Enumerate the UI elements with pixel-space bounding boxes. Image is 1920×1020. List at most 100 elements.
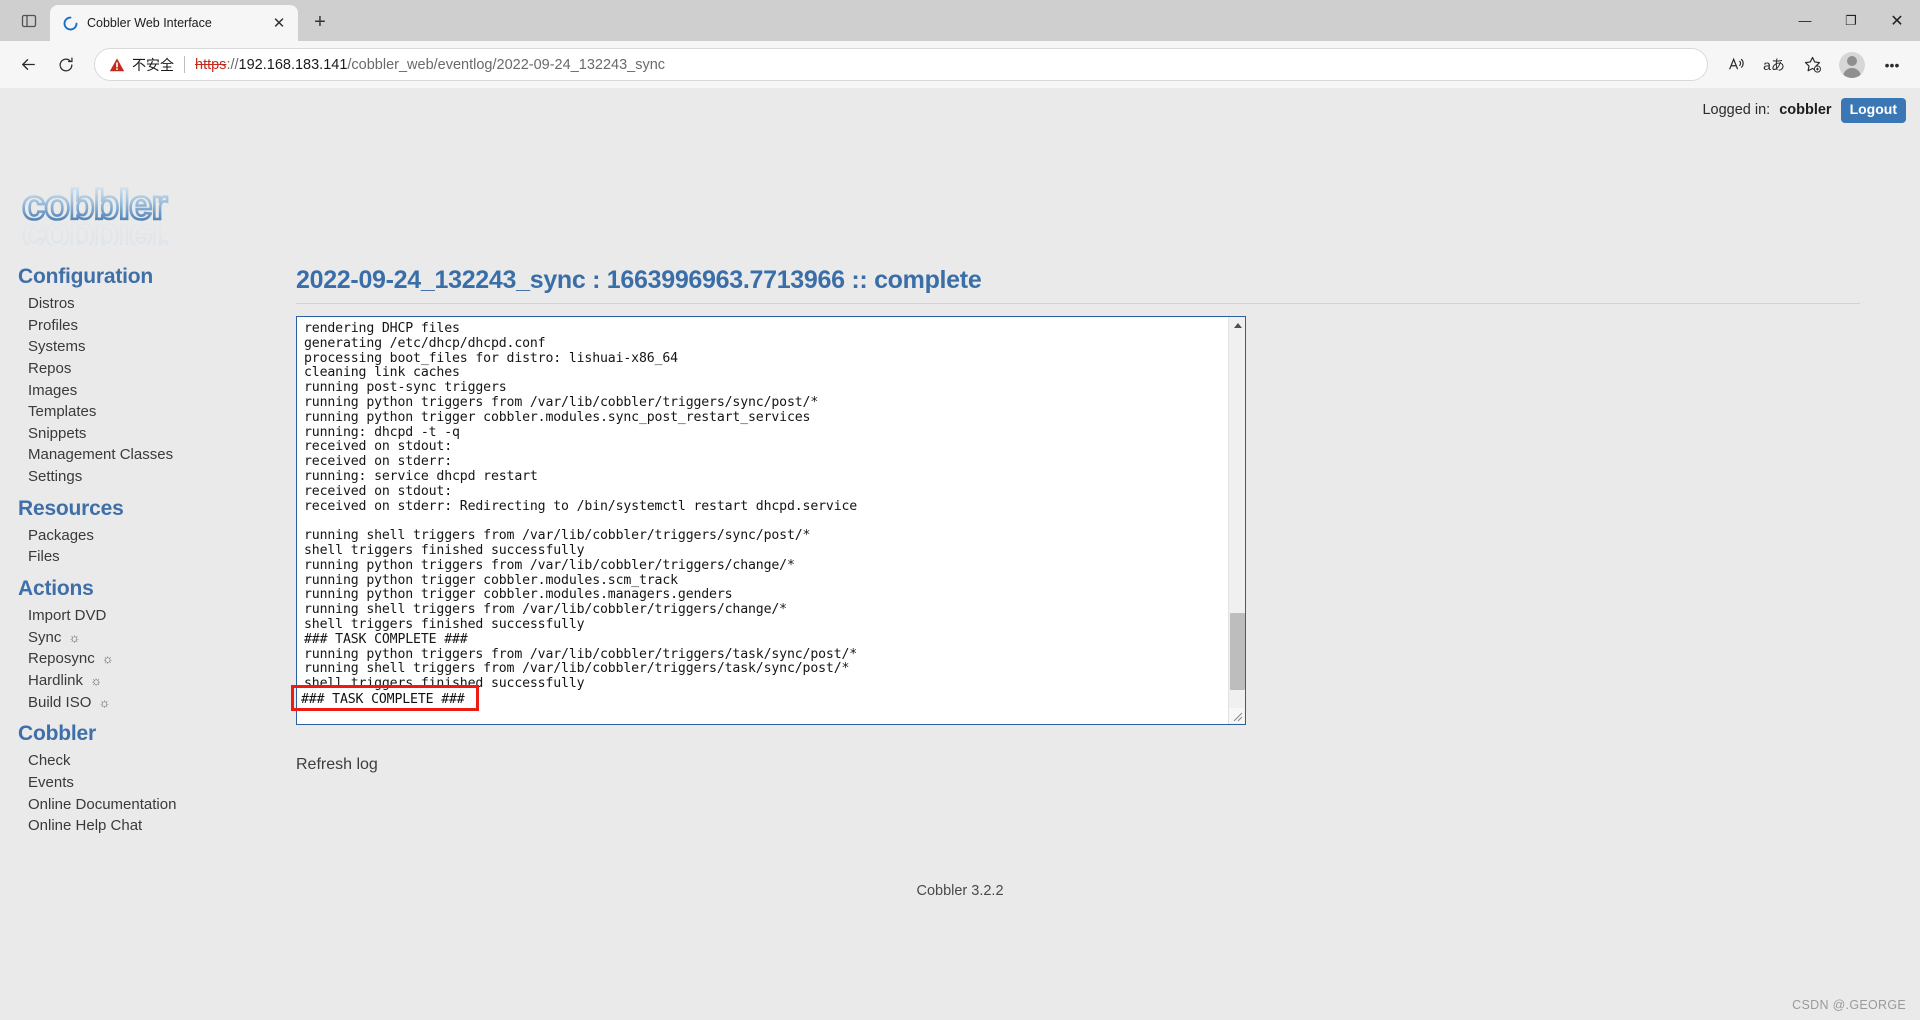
sidebar-item-import-dvd[interactable]: Import DVD [0, 605, 235, 627]
sidebar-item-templates[interactable]: Templates [0, 401, 235, 423]
sidebar-item-label: Sync [28, 628, 62, 646]
sidebar-item-systems[interactable]: Systems [0, 336, 235, 358]
sidebar-item-online-help-chat[interactable]: Online Help Chat [0, 815, 235, 837]
sidebar-item-files[interactable]: Files [0, 546, 235, 568]
log-line: shell triggers finished successfully [304, 676, 585, 692]
sidebar-item-sync[interactable]: Sync ☼ [0, 627, 235, 649]
url-scheme-suffix: :// [226, 56, 239, 73]
sidebar-item-repos[interactable]: Repos [0, 358, 235, 380]
sidebar-item-label: Build ISO [28, 693, 92, 711]
new-tab-button[interactable]: + [304, 6, 336, 38]
scrollbar-thumb[interactable] [1230, 613, 1245, 690]
log-line: running python triggers from /var/lib/co… [304, 646, 858, 662]
sidebar-section-actions: Actions Import DVD Sync ☼ Reposync ☼ Har… [0, 568, 235, 713]
sidebar-section-resources: Resources Packages Files [0, 488, 235, 568]
event-log-container: rendering DHCP files generating /etc/dhcp… [291, 316, 1246, 725]
footer-version: Cobbler 3.2.2 [916, 883, 1004, 899]
sidebar-item-packages[interactable]: Packages [0, 525, 235, 547]
maximize-button[interactable]: ❐ [1828, 0, 1874, 41]
close-window-button[interactable]: ✕ [1874, 0, 1920, 41]
svg-text:cobbler: cobbler [22, 215, 167, 245]
url-host: 192.168.183.141 [238, 56, 348, 73]
log-line: shell triggers finished successfully [304, 616, 585, 632]
log-line: running python trigger cobbler.modules.m… [304, 587, 733, 603]
sidebar-item-label: Reposync [28, 650, 95, 668]
log-line: running shell triggers from /var/lib/cob… [304, 602, 787, 618]
sidebar-item-hardlink[interactable]: Hardlink ☼ [0, 670, 235, 692]
sidebar-item-management-classes[interactable]: Management Classes [0, 444, 235, 466]
sidebar-item-reposync[interactable]: Reposync ☼ [0, 648, 235, 670]
minimize-button[interactable]: — [1782, 0, 1828, 41]
translate-icon[interactable]: aあ [1756, 47, 1792, 83]
browser-tab[interactable]: Cobbler Web Interface ✕ [50, 5, 298, 41]
sun-icon: ☼ [90, 672, 103, 688]
sidebar-item-settings[interactable]: Settings [0, 466, 235, 488]
cobbler-loading-favicon [62, 15, 79, 32]
page-viewport: Logged in: cobbler Logout cobbler cobble… [0, 88, 1920, 1020]
url-path: /cobbler_web/eventlog/2022-09-24_132243_… [347, 56, 666, 73]
browser-window: Cobbler Web Interface ✕ + — ❐ ✕ 不安全 http… [0, 0, 1920, 1020]
browser-toolbar: 不安全 https://192.168.183.141/cobbler_web/… [0, 41, 1920, 88]
sidebar-item-distros[interactable]: Distros [0, 293, 235, 315]
log-line: received on stdout: [304, 439, 453, 455]
log-line: rendering DHCP files [304, 321, 460, 336]
sidebar-item-events[interactable]: Events [0, 772, 235, 794]
sidebar-section-cobbler: Cobbler Check Events Online Documentatio… [0, 713, 235, 837]
sidebar-item-images[interactable]: Images [0, 380, 235, 402]
sidebar-item-profiles[interactable]: Profiles [0, 315, 235, 337]
log-line: ### TASK COMPLETE ### [304, 631, 468, 647]
sidebar-nav: Configuration Distros Profiles Systems R… [0, 256, 235, 837]
sidebar-item-label: Import DVD [28, 607, 107, 625]
security-status-label: 不安全 [132, 57, 174, 74]
tab-title: Cobbler Web Interface [87, 16, 212, 30]
login-status-bar: Logged in: cobbler Logout [1702, 98, 1906, 123]
sidebar-heading: Configuration [18, 265, 154, 288]
more-options-icon[interactable]: ••• [1874, 47, 1910, 83]
cobbler-logo[interactable]: cobbler cobbler [20, 183, 216, 245]
refresh-log-link[interactable]: Refresh log [296, 756, 378, 774]
page-title: 2022-09-24_132243_sync : 1663996963.7713… [296, 266, 1860, 304]
sidebar-section-configuration: Configuration Distros Profiles Systems R… [0, 256, 235, 488]
watermark: CSDN @.GEORGE [1792, 998, 1906, 1012]
tab-actions-icon[interactable] [8, 4, 50, 38]
sun-icon: ☼ [98, 694, 111, 710]
event-log-textarea[interactable]: rendering DHCP files generating /etc/dhcp… [296, 316, 1246, 725]
log-line: running shell triggers from /var/lib/cob… [304, 528, 811, 544]
sidebar-item-build-iso[interactable]: Build ISO ☼ [0, 692, 235, 714]
log-line: running python trigger cobbler.modules.s… [304, 572, 678, 588]
url-scheme: https [195, 56, 227, 73]
sidebar-item-online-documentation[interactable]: Online Documentation [0, 794, 235, 816]
profile-avatar[interactable] [1832, 45, 1872, 85]
logout-button[interactable]: Logout [1840, 98, 1906, 123]
address-bar[interactable]: 不安全 https://192.168.183.141/cobbler_web/… [94, 48, 1708, 81]
back-button[interactable] [10, 47, 46, 83]
sun-icon: ☼ [68, 629, 81, 645]
log-scrollbar[interactable] [1228, 317, 1245, 724]
log-line: processing boot_files for distro: lishua… [304, 350, 678, 366]
logged-in-username: cobbler [1779, 102, 1832, 119]
close-tab-icon[interactable]: ✕ [268, 12, 290, 34]
log-line: running: dhcpd -t -q [304, 424, 460, 440]
avatar [1839, 51, 1865, 78]
reload-button[interactable] [48, 47, 84, 83]
log-line: running: service dhcpd restart [304, 468, 538, 484]
sidebar-item-check[interactable]: Check [0, 750, 235, 772]
main-content: 2022-09-24_132243_sync : 1663996963.7713… [291, 266, 1860, 774]
scroll-up-icon[interactable] [1229, 317, 1245, 334]
sun-icon: ☼ [101, 651, 114, 667]
omnibox-divider [184, 56, 185, 73]
log-line: received on stderr: [304, 454, 453, 470]
log-line: running post-sync triggers [304, 380, 507, 396]
log-line: shell triggers finished successfully [304, 542, 585, 558]
not-secure-warning-icon [109, 57, 125, 73]
sidebar-heading: Actions [18, 577, 94, 601]
sidebar-item-snippets[interactable]: Snippets [0, 423, 235, 445]
textarea-resize-handle[interactable] [1229, 708, 1244, 723]
event-log-text: rendering DHCP files generating /etc/dhcp… [297, 317, 1228, 724]
sidebar-heading: Resources [18, 496, 124, 520]
log-line: received on stdout: [304, 483, 453, 499]
log-line: generating /etc/dhcp/dhcpd.conf [304, 335, 546, 351]
read-aloud-icon[interactable] [1718, 47, 1754, 83]
logged-in-label: Logged in: [1702, 102, 1771, 119]
add-favorite-icon[interactable] [1794, 47, 1830, 83]
